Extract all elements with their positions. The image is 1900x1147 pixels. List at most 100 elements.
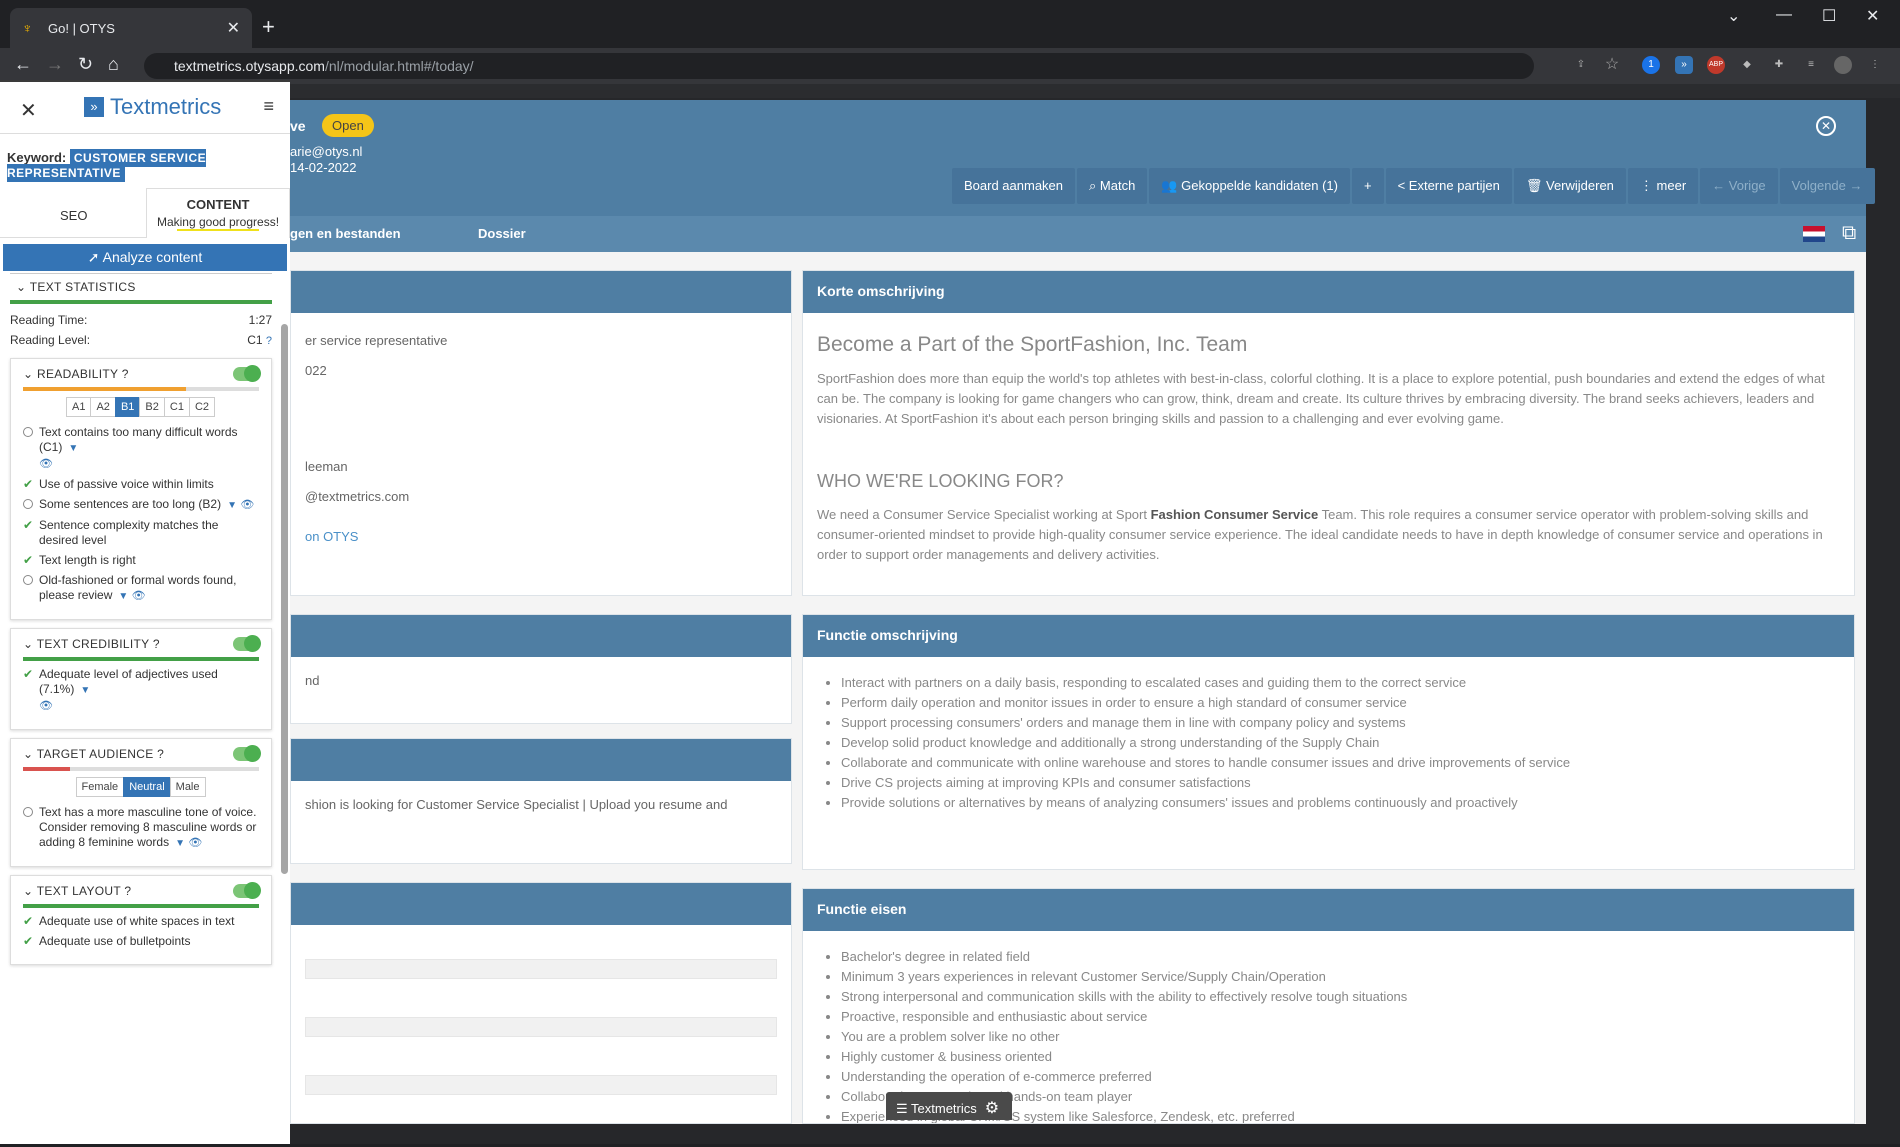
reading-list-icon[interactable]: ≡: [1802, 56, 1820, 74]
eye-icon[interactable]: 👁: [132, 590, 146, 602]
option-male[interactable]: Male: [169, 777, 206, 797]
form-field-1[interactable]: [305, 959, 777, 979]
caret-down-icon[interactable]: ▼: [175, 838, 185, 849]
minimize-icon[interactable]: —: [1776, 6, 1792, 24]
layout-toggle[interactable]: [233, 882, 261, 899]
eye-icon[interactable]: 👁: [188, 837, 202, 849]
close-tab-icon[interactable]: ✕: [227, 18, 240, 38]
readability-toggle[interactable]: [233, 365, 261, 382]
audience-item: Text has a more masculine tone of voice.…: [23, 805, 259, 851]
level-c1[interactable]: C1: [163, 397, 190, 417]
browser-menu-icon[interactable]: ⋮: [1866, 56, 1884, 74]
bookmark-star-icon[interactable]: ☆: [1603, 56, 1621, 74]
level-b2[interactable]: B2: [139, 397, 165, 417]
maximize-icon[interactable]: ☐: [1822, 6, 1836, 26]
eye-icon[interactable]: 👁: [39, 700, 53, 712]
option-neutral[interactable]: Neutral: [123, 777, 171, 797]
otys-link[interactable]: on OTYS: [305, 527, 777, 547]
home-icon[interactable]: ⌂: [108, 54, 119, 75]
statistics-bar-fill: [10, 300, 272, 304]
share-icon[interactable]: ⇪: [1572, 56, 1590, 74]
add-button[interactable]: +: [1351, 168, 1384, 204]
contact-email[interactable]: arie@otys.nl: [290, 144, 362, 159]
audience-toggle[interactable]: [233, 745, 261, 762]
linked-candidates-button[interactable]: 👥 Gekoppelde kandidaten (1): [1149, 168, 1350, 204]
help-icon[interactable]: ?: [157, 747, 164, 761]
forward-icon[interactable]: →: [46, 54, 64, 75]
password-manager-icon[interactable]: 1: [1642, 56, 1660, 74]
readability-title-wrap[interactable]: ⌄ READABILITY ?: [23, 367, 129, 381]
tab-dossier[interactable]: Dossier: [478, 226, 526, 241]
match-button[interactable]: ⌕ Match: [1077, 168, 1148, 204]
list-item: Provide solutions or alternatives by mea…: [841, 793, 1840, 813]
credibility-toggle[interactable]: [233, 635, 261, 652]
previous-button[interactable]: ← Vorige: [1700, 168, 1778, 204]
puzzle-icon[interactable]: ✚: [1770, 56, 1788, 74]
more-label: meer: [1656, 178, 1687, 193]
option-female[interactable]: Female: [75, 777, 125, 797]
credibility-title: TEXT CREDIBILITY: [36, 637, 150, 651]
level-a2[interactable]: A2: [90, 397, 116, 417]
eye-icon[interactable]: 👁: [39, 458, 53, 470]
next-button[interactable]: Volgende →: [1779, 168, 1875, 204]
analyze-content-button[interactable]: ➚ Analyze content: [3, 244, 287, 271]
eye-icon[interactable]: 👁: [240, 499, 254, 511]
panel-scrollbar[interactable]: [281, 324, 288, 874]
form-field-3[interactable]: [305, 1075, 777, 1095]
tab-seo[interactable]: SEO: [60, 208, 87, 223]
close-icon[interactable]: ✕: [20, 98, 37, 123]
board-button[interactable]: Board aanmaken: [952, 168, 1076, 204]
check-icon: ✔: [23, 477, 34, 491]
profile-avatar[interactable]: [1834, 56, 1852, 74]
credibility-bar-fill: [23, 657, 259, 661]
close-window-icon[interactable]: ✕: [1866, 6, 1879, 26]
dutch-flag-icon[interactable]: [1803, 226, 1825, 242]
company-paragraph: SportFashion does more than equip the wo…: [817, 371, 1825, 426]
layout-header: ⌄ TEXT LAYOUT ?: [23, 882, 261, 899]
readability-item-1: Text contains too many difficult words (…: [39, 425, 259, 472]
browser-tab[interactable]: ♆ Go! | OTYS ✕: [10, 8, 252, 48]
adblock-icon[interactable]: ABP: [1707, 56, 1725, 74]
external-parties-button[interactable]: < Externe partijen: [1385, 168, 1512, 204]
credibility-title-wrap[interactable]: ⌄ TEXT CREDIBILITY ?: [23, 637, 160, 651]
layout-title-wrap[interactable]: ⌄ TEXT LAYOUT ?: [23, 884, 131, 898]
tab-search-icon[interactable]: ⌄: [1727, 6, 1740, 26]
hamburger-menu-icon[interactable]: ≡: [263, 96, 274, 117]
list-item: Highly customer & business oriented: [841, 1047, 1840, 1067]
level-c2[interactable]: C2: [188, 397, 215, 417]
tab-files[interactable]: gen en bestanden: [290, 226, 401, 241]
caret-down-icon[interactable]: ▼: [227, 500, 237, 511]
more-button[interactable]: ⋮ meer: [1627, 168, 1699, 204]
caret-down-icon[interactable]: ▼: [118, 591, 128, 602]
reading-level-row: Reading Level: C1 ?: [10, 330, 272, 350]
readability-item-2: Use of passive voice within limits: [39, 477, 214, 491]
textmetrics-toggle-button[interactable]: ☰ Textmetrics ⚙: [886, 1092, 1012, 1120]
textmetrics-extension-icon[interactable]: »: [1675, 56, 1693, 74]
list-item: Interact with partners on a daily basis,…: [841, 673, 1840, 693]
level-b1[interactable]: B1: [114, 397, 141, 417]
help-icon[interactable]: ?: [124, 884, 131, 898]
tab-content[interactable]: CONTENT Making good progress!: [146, 188, 290, 238]
new-tab-icon[interactable]: +: [262, 14, 275, 40]
looking-for-title: WHO WE'RE LOOKING FOR?: [817, 471, 1064, 491]
external-link-icon[interactable]: ⧉: [1842, 222, 1856, 245]
help-icon[interactable]: ?: [122, 367, 129, 381]
audience-title-wrap[interactable]: ⌄ TARGET AUDIENCE ?: [23, 747, 164, 761]
owner-value: leeman: [305, 459, 348, 474]
reload-icon[interactable]: ↻: [78, 54, 93, 75]
address-bar[interactable]: textmetrics.otysapp.com/nl/modular.html#…: [144, 53, 1534, 79]
caret-down-icon[interactable]: ▼: [80, 685, 90, 696]
level-a1[interactable]: A1: [66, 397, 92, 417]
text-statistics-header[interactable]: ⌄ TEXT STATISTICS: [10, 273, 272, 298]
extension-icon[interactable]: ◆: [1738, 56, 1756, 74]
delete-button[interactable]: 🗑 Verwijderen: [1513, 168, 1626, 204]
form-field-2[interactable]: [305, 1017, 777, 1037]
close-modal-icon[interactable]: ✕: [1816, 116, 1836, 136]
back-icon[interactable]: ←: [14, 54, 32, 75]
search-icon: ⌕: [1089, 178, 1100, 193]
help-icon[interactable]: ?: [266, 335, 272, 347]
gear-icon[interactable]: ⚙: [985, 1100, 999, 1117]
credibility-item-body: Adequate level of adjectives used (7.1%)…: [39, 667, 259, 714]
help-icon[interactable]: ?: [153, 637, 160, 651]
caret-down-icon[interactable]: ▼: [68, 443, 78, 454]
